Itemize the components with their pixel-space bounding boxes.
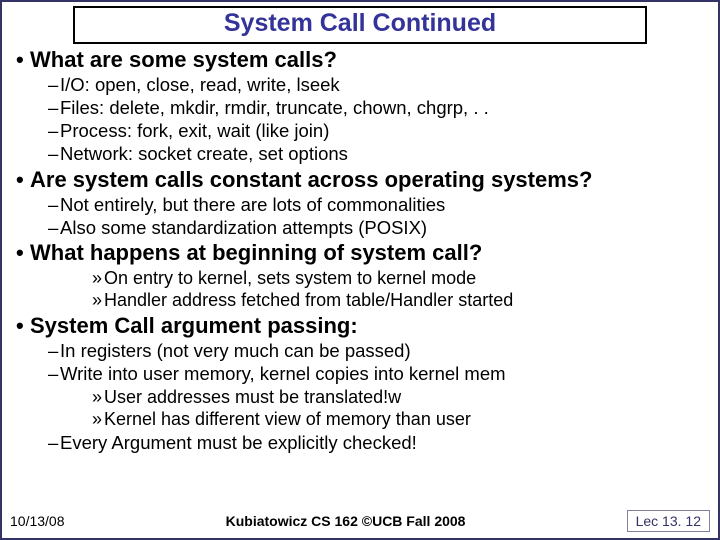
sub-text: Files: delete, mkdir, rmdir, truncate, c… [60,97,489,118]
sub-text: I/O: open, close, read, write, lseek [60,74,340,95]
sub-text: Write into user memory, kernel copies in… [60,363,506,384]
footer-course: Kubiatowicz CS 162 ©UCB Fall 2008 [226,513,466,529]
sub-sub-item: »Kernel has different view of memory tha… [10,408,710,431]
sub-item: –I/O: open, close, read, write, lseek [10,73,710,96]
sub-item: –Process: fork, exit, wait (like join) [10,119,710,142]
slide-title: System Call Continued [73,6,647,44]
bullet-4-text: System Call argument passing: [30,313,358,338]
sub-sub-text: Handler address fetched from table/Handl… [104,290,513,310]
bullet-1: •What are some system calls? [10,46,710,74]
bullet-4: •System Call argument passing: [10,312,710,340]
sub-sub-text: User addresses must be translated!w [104,387,401,407]
sub-text: Process: fork, exit, wait (like join) [60,120,329,141]
sub-item: –Every Argument must be explicitly check… [10,431,710,454]
sub-text: Not entirely, but there are lots of comm… [60,194,445,215]
sub-text: Also some standardization attempts (POSI… [60,217,427,238]
sub-text: Every Argument must be explicitly checke… [60,432,417,453]
sub-sub-item: »User addresses must be translated!w [10,386,710,409]
slide: System Call Continued •What are some sys… [0,0,720,540]
bullet-1-text: What are some system calls? [30,47,337,72]
footer: 10/13/08 Kubiatowicz CS 162 ©UCB Fall 20… [2,510,718,536]
bullet-2-text: Are system calls constant across operati… [30,167,592,192]
sub-sub-item: »On entry to kernel, sets system to kern… [10,267,710,290]
sub-item: –In registers (not very much can be pass… [10,339,710,362]
bullet-3: •What happens at beginning of system cal… [10,239,710,267]
sub-item: –Network: socket create, set options [10,142,710,165]
slide-content: •What are some system calls? –I/O: open,… [10,44,710,454]
footer-date: 10/13/08 [10,513,65,529]
sub-text: Network: socket create, set options [60,143,348,164]
sub-sub-text: Kernel has different view of memory than… [104,409,471,429]
sub-item: –Write into user memory, kernel copies i… [10,362,710,385]
bullet-3-text: What happens at beginning of system call… [30,240,482,265]
sub-item: –Also some standardization attempts (POS… [10,216,710,239]
sub-sub-item: »Handler address fetched from table/Hand… [10,289,710,312]
sub-text: In registers (not very much can be passe… [60,340,411,361]
sub-item: –Not entirely, but there are lots of com… [10,193,710,216]
bullet-2: •Are system calls constant across operat… [10,166,710,194]
sub-sub-text: On entry to kernel, sets system to kerne… [104,268,476,288]
sub-item: –Files: delete, mkdir, rmdir, truncate, … [10,96,710,119]
footer-lecture: Lec 13. 12 [627,510,710,532]
